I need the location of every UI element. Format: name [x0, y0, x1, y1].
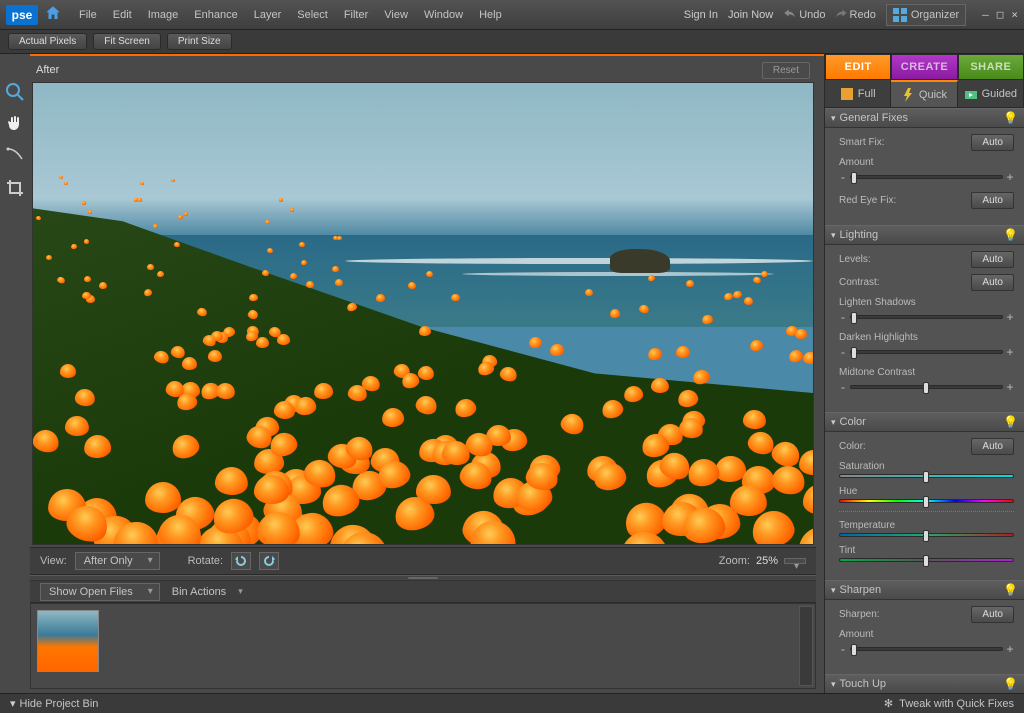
- zoom-label: Zoom:: [719, 555, 750, 567]
- view-controls: View: After Only Rotate: Zoom: 25%: [30, 547, 816, 575]
- status-bar: ▾ Hide Project Bin ✻ Tweak with Quick Fi…: [0, 693, 1024, 713]
- midtone-label: Midtone Contrast: [839, 367, 1014, 378]
- section-color[interactable]: Color💡: [825, 412, 1024, 432]
- levels-label: Levels:: [839, 254, 971, 265]
- bulb-icon[interactable]: 💡: [1003, 415, 1018, 429]
- image-canvas[interactable]: [32, 82, 814, 545]
- reset-button[interactable]: Reset: [762, 62, 810, 79]
- mode-quick[interactable]: Quick: [891, 80, 957, 107]
- bulb-icon[interactable]: 💡: [1003, 111, 1018, 125]
- saturation-slider[interactable]: [839, 474, 1014, 478]
- title-bar: pse File Edit Image Enhance Layer Select…: [0, 0, 1024, 30]
- menu-view[interactable]: View: [377, 5, 415, 25]
- zoom-tool-icon[interactable]: [5, 82, 25, 102]
- selection-tool-icon[interactable]: [5, 146, 25, 166]
- hide-project-bin-link[interactable]: Hide Project Bin: [20, 698, 99, 710]
- bin-thumbnail[interactable]: [37, 610, 99, 672]
- redeye-auto-button[interactable]: Auto: [971, 192, 1014, 209]
- sharpen-label: Sharpen:: [839, 609, 971, 620]
- undo-icon[interactable]: [783, 7, 797, 22]
- section-lighting[interactable]: Lighting💡: [825, 225, 1024, 245]
- darken-slider[interactable]: [850, 350, 1003, 354]
- close-button[interactable]: ×: [1011, 8, 1018, 21]
- app-logo: pse: [6, 5, 38, 25]
- midtone-slider[interactable]: [850, 385, 1003, 389]
- tab-share[interactable]: SHARE: [958, 54, 1024, 80]
- right-panel: EDIT CREATE SHARE Full Quick Guided Gene…: [824, 54, 1024, 693]
- tint-slider[interactable]: [839, 558, 1014, 562]
- menu-filter[interactable]: Filter: [337, 5, 375, 25]
- redeye-label: Red Eye Fix:: [839, 195, 971, 206]
- organizer-button[interactable]: Organizer: [886, 4, 966, 26]
- menu-help[interactable]: Help: [472, 5, 509, 25]
- smartfix-amount-slider[interactable]: [850, 175, 1003, 179]
- bin-scrollbar[interactable]: [799, 606, 813, 686]
- zoom-select[interactable]: [784, 558, 806, 564]
- color-label: Color:: [839, 441, 971, 452]
- project-bin: [30, 603, 816, 689]
- redo-label[interactable]: Redo: [850, 9, 876, 21]
- hand-tool-icon[interactable]: [5, 114, 25, 134]
- sharpen-auto-button[interactable]: Auto: [971, 606, 1014, 623]
- mode-full[interactable]: Full: [825, 80, 891, 107]
- tab-edit[interactable]: EDIT: [825, 54, 891, 80]
- gear-icon[interactable]: ✻: [884, 697, 893, 710]
- tool-palette: [0, 54, 30, 693]
- signin-link[interactable]: Sign In: [684, 9, 718, 21]
- rotate-right-button[interactable]: [259, 552, 279, 570]
- joinnow-link[interactable]: Join Now: [728, 9, 773, 21]
- organizer-label: Organizer: [911, 9, 959, 21]
- crop-tool-icon[interactable]: [5, 178, 25, 198]
- hue-slider[interactable]: [839, 499, 1014, 503]
- menu-enhance[interactable]: Enhance: [187, 5, 244, 25]
- options-bar: Actual Pixels Fit Screen Print Size: [0, 30, 1024, 54]
- menu-window[interactable]: Window: [417, 5, 470, 25]
- darken-label: Darken Highlights: [839, 332, 1014, 343]
- view-label-after: After: [36, 64, 59, 76]
- contrast-auto-button[interactable]: Auto: [971, 274, 1014, 291]
- tab-create[interactable]: CREATE: [891, 54, 957, 80]
- minimize-button[interactable]: –: [982, 8, 989, 21]
- show-open-files-select[interactable]: Show Open Files: [40, 583, 160, 601]
- temperature-slider[interactable]: [839, 533, 1014, 537]
- bulb-icon[interactable]: 💡: [1003, 677, 1018, 691]
- maximize-button[interactable]: □: [997, 8, 1004, 21]
- mode-guided[interactable]: Guided: [958, 80, 1024, 107]
- menu-bar: File Edit Image Enhance Layer Select Fil…: [72, 5, 509, 25]
- rotate-label: Rotate:: [188, 555, 223, 567]
- sharpen-amount-label: Amount: [839, 629, 1014, 640]
- menu-image[interactable]: Image: [141, 5, 186, 25]
- tweak-label: Tweak with Quick Fixes: [899, 698, 1014, 710]
- sharpen-amount-slider[interactable]: [850, 647, 1003, 651]
- menu-select[interactable]: Select: [290, 5, 335, 25]
- lighten-slider[interactable]: [850, 315, 1003, 319]
- menu-edit[interactable]: Edit: [106, 5, 139, 25]
- amount-label: Amount: [839, 157, 1014, 168]
- smartfix-label: Smart Fix:: [839, 137, 971, 148]
- contrast-label: Contrast:: [839, 277, 971, 288]
- fit-screen-button[interactable]: Fit Screen: [93, 33, 161, 50]
- section-touchup[interactable]: Touch Up💡: [825, 674, 1024, 693]
- levels-auto-button[interactable]: Auto: [971, 251, 1014, 268]
- actual-pixels-button[interactable]: Actual Pixels: [8, 33, 87, 50]
- bin-actions-menu[interactable]: Bin Actions: [172, 586, 226, 598]
- bulb-icon[interactable]: 💡: [1003, 583, 1018, 597]
- home-icon[interactable]: [44, 4, 62, 25]
- view-label: View:: [40, 555, 67, 567]
- undo-label[interactable]: Undo: [799, 9, 825, 21]
- bulb-icon[interactable]: 💡: [1003, 228, 1018, 242]
- bin-toolbar: Show Open Files Bin Actions ▾: [30, 581, 816, 603]
- view-select[interactable]: After Only: [75, 552, 160, 570]
- color-auto-button[interactable]: Auto: [971, 438, 1014, 455]
- smartfix-auto-button[interactable]: Auto: [971, 134, 1014, 151]
- redo-icon[interactable]: [834, 7, 848, 22]
- section-sharpen[interactable]: Sharpen💡: [825, 580, 1024, 600]
- menu-file[interactable]: File: [72, 5, 104, 25]
- zoom-value: 25%: [756, 555, 778, 567]
- menu-layer[interactable]: Layer: [247, 5, 289, 25]
- print-size-button[interactable]: Print Size: [167, 33, 232, 50]
- section-general-fixes[interactable]: General Fixes💡: [825, 108, 1024, 128]
- lighten-label: Lighten Shadows: [839, 297, 1014, 308]
- rotate-left-button[interactable]: [231, 552, 251, 570]
